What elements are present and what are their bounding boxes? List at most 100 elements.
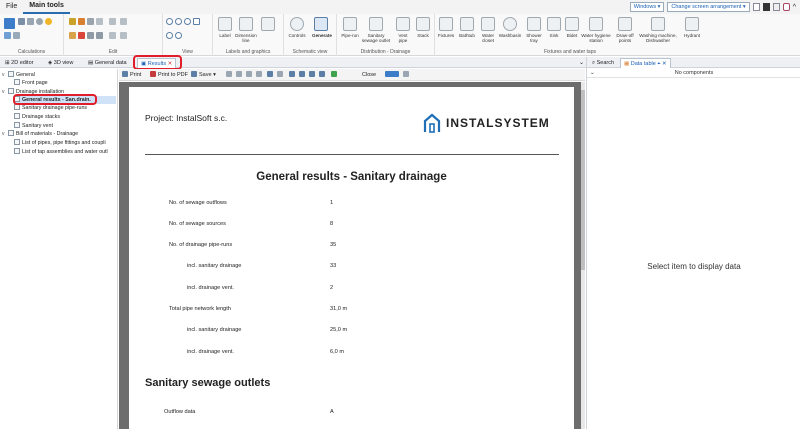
mirror-icon[interactable] [109, 32, 116, 39]
list-icon[interactable] [4, 32, 11, 39]
generate-icon[interactable] [314, 17, 328, 31]
rotate-icon[interactable] [120, 32, 127, 39]
view-single-icon[interactable] [289, 70, 297, 80]
view-multi-icon[interactable] [299, 70, 307, 80]
shower-tray-button[interactable]: Shower tray [524, 33, 544, 43]
tab-2d-editor[interactable]: ⊞ 2D editor [2, 58, 36, 68]
zoom-window-icon[interactable] [184, 18, 191, 25]
report-scrollbar[interactable] [581, 82, 585, 429]
view-width-icon[interactable] [309, 70, 317, 80]
grid-icon[interactable] [27, 18, 34, 25]
tree-node-front-page[interactable]: Front page [14, 79, 48, 87]
washbasin-icon[interactable] [503, 17, 517, 31]
dimension-line-button[interactable]: Dimension line [233, 33, 259, 43]
close-panel-icon[interactable]: ✕ [662, 61, 667, 67]
fixtures-button[interactable]: Fixtures [435, 33, 457, 38]
settings-icon[interactable] [36, 18, 43, 25]
water-closet-icon[interactable] [481, 17, 495, 31]
print-button[interactable]: Print [122, 70, 141, 80]
draw-off-points-icon[interactable] [618, 17, 632, 31]
bathtub-button[interactable]: Bathtub [456, 33, 478, 38]
pipe-run-button[interactable]: Pipe-run [338, 33, 362, 38]
shower-tray-icon[interactable] [527, 17, 541, 31]
report-icon[interactable] [13, 32, 20, 39]
redo-icon[interactable] [96, 32, 103, 39]
copy-icon[interactable] [69, 18, 76, 25]
controls-button[interactable]: Controls [285, 33, 309, 38]
align-icon[interactable] [109, 18, 116, 25]
bidet-icon[interactable] [565, 17, 579, 31]
water-closet-button[interactable]: Water closet [478, 33, 498, 43]
tree-node-pipe-runs[interactable]: Sanitary drainage pipe-runs [14, 104, 87, 112]
tree-node-taps-list[interactable]: List of tap assemblies and water outl [14, 148, 108, 156]
tab-3d-view[interactable]: ◈ 3D view [45, 58, 76, 68]
washing-machine-icon[interactable] [651, 17, 665, 31]
save-button[interactable]: Save ▾ [191, 70, 216, 80]
tab-menu-chevron-icon[interactable]: ⌄ [579, 58, 584, 68]
move-icon[interactable] [96, 18, 103, 25]
hydrant-icon[interactable] [685, 17, 699, 31]
fit-icon[interactable] [331, 70, 339, 80]
refresh-icon[interactable] [175, 32, 182, 39]
dark-theme-icon[interactable] [762, 3, 770, 11]
tree-node-vent[interactable]: Sanitary vent [14, 122, 53, 130]
label-icon[interactable] [218, 17, 232, 31]
paste-icon[interactable] [78, 18, 85, 25]
vent-pipe-icon[interactable] [396, 17, 410, 31]
warning-icon[interactable] [45, 18, 52, 25]
vent-pipe-button[interactable]: Vent pipe [394, 33, 412, 43]
page-last-icon[interactable] [256, 70, 264, 80]
washbasin-button[interactable]: Washbasin [498, 33, 522, 38]
tab-search[interactable]: ⌕ Search [589, 58, 617, 68]
generate-button[interactable]: Generate [310, 33, 334, 38]
tree-node-general[interactable]: v General [2, 71, 35, 79]
sewage-outlet-icon[interactable] [369, 17, 383, 31]
stack-button[interactable]: Stack [414, 33, 432, 38]
page-prev-icon[interactable] [236, 70, 244, 80]
zoom-all-icon[interactable] [193, 18, 200, 25]
table-icon[interactable] [18, 18, 25, 25]
bathtub-icon[interactable] [460, 17, 474, 31]
help-icon[interactable] [782, 3, 790, 11]
water-hygiene-button[interactable]: Water hygiene station [580, 33, 612, 43]
cut-icon[interactable] [69, 32, 76, 39]
menu-main-tools[interactable]: Main tools [23, 0, 70, 14]
tab-data-table[interactable]: ▦ Data table ⌖ ✕ [620, 58, 671, 68]
page-first-icon[interactable] [226, 70, 234, 80]
close-button[interactable]: Close [362, 70, 376, 80]
tree-node-pipes-list[interactable]: List of pipes, pipe fittings and coupli [14, 139, 106, 147]
text-icon[interactable] [277, 70, 285, 80]
menu-file[interactable]: File [0, 0, 23, 14]
tab-general-data[interactable]: ▤ General data [85, 58, 130, 68]
delete-icon[interactable] [78, 32, 85, 39]
zoom-in-icon[interactable] [166, 18, 173, 25]
undo-icon[interactable] [87, 32, 94, 39]
label-button[interactable]: Label [215, 33, 235, 38]
stack-icon[interactable] [416, 17, 430, 31]
sink-button[interactable]: Sink [545, 33, 563, 38]
find-icon[interactable] [267, 70, 275, 80]
layout-toggle-icon[interactable] [385, 70, 401, 80]
scrollbar-thumb[interactable] [581, 90, 585, 270]
print-pdf-button[interactable]: Print to PDF [150, 70, 188, 80]
controls-icon[interactable] [290, 17, 304, 31]
report-viewport[interactable]: Project: InstalSoft s.c. INSTALSYSTEM Ge… [119, 82, 585, 429]
zoom-out-icon[interactable] [175, 18, 182, 25]
clipboard-icon[interactable] [87, 18, 94, 25]
windows-dropdown[interactable]: Windows ▾ [629, 2, 665, 12]
hydrant-button[interactable]: Hydrant [681, 33, 703, 38]
view-page-icon[interactable] [319, 70, 327, 80]
water-hygiene-icon[interactable] [589, 17, 603, 31]
fixtures-icon[interactable] [439, 17, 453, 31]
dimension-line-icon[interactable] [239, 17, 253, 31]
graphics-icon[interactable] [261, 17, 275, 31]
sink-icon[interactable] [547, 17, 561, 31]
draw-off-points-button[interactable]: Draw-off points [613, 33, 637, 43]
tree-node-bill[interactable]: v Bill of materials - Drainage [2, 130, 78, 138]
collapse-chevron-icon[interactable]: ⌄ [590, 68, 595, 78]
distribute-icon[interactable] [120, 18, 127, 25]
layout-icon[interactable] [752, 3, 760, 11]
tree-node-stacks[interactable]: Drainage stacks [14, 113, 60, 121]
calculate-icon[interactable] [4, 18, 15, 29]
pipe-run-icon[interactable] [343, 17, 357, 31]
